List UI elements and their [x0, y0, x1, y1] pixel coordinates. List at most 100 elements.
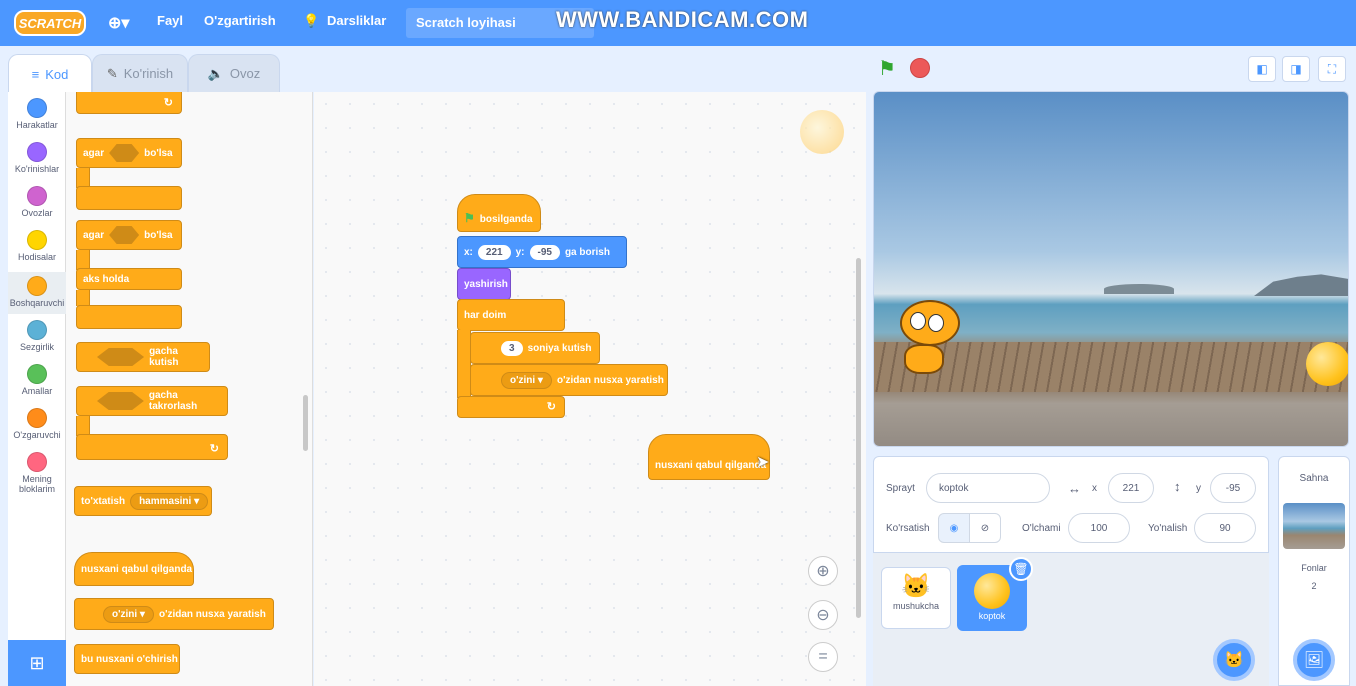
ball-sprite[interactable] — [1306, 342, 1348, 386]
block-repeat-until[interactable]: gacha takrorlash — [76, 386, 228, 416]
mouse-cursor-icon: ➤ — [756, 454, 770, 471]
stage-selector[interactable]: Sahna Fonlar 2 🖼 — [1278, 456, 1350, 686]
block-else-label: aks holda — [76, 268, 182, 290]
size-input[interactable]: 100 — [1068, 513, 1130, 543]
small-stage-button[interactable]: ◧ — [1248, 56, 1276, 82]
boolean-slot — [97, 392, 144, 410]
script-forever[interactable]: har doim — [457, 299, 565, 331]
watermark: WWW.BANDICAM.COM — [556, 7, 809, 32]
tab-costumes[interactable]: ✎ Ko'rinish — [92, 54, 188, 92]
stop-dropdown[interactable]: hammasini ▾ — [130, 492, 209, 510]
sprite-name-input[interactable]: koptok — [926, 473, 1050, 503]
green-flag-icon[interactable]: ⚑ — [878, 56, 896, 81]
hide-eye-icon[interactable]: ⊘ — [969, 513, 1001, 543]
category-sensing[interactable]: Sezgirlik — [8, 320, 66, 352]
show-eye-icon[interactable]: ◉ — [938, 513, 970, 543]
zoom-out-button[interactable]: ⊖ — [808, 600, 838, 630]
trash-icon[interactable]: 🗑 — [1009, 557, 1033, 581]
category-dot — [27, 276, 47, 296]
menu-file[interactable]: Fayl — [157, 13, 183, 28]
block-if-then-bottom — [76, 186, 182, 210]
direction-label: Yo'nalish — [1148, 523, 1188, 534]
category-variables[interactable]: O'zgaruvchi — [8, 408, 66, 440]
block-stop[interactable]: to'xtatish hammasini ▾ — [74, 486, 212, 516]
c-block-arm — [76, 168, 90, 188]
speaker-icon: 🔈 — [207, 65, 224, 81]
menu-tutorials[interactable]: Darsliklar — [327, 13, 386, 28]
block-repeat-until-bottom: ↻ — [76, 434, 228, 460]
add-backdrop-button[interactable]: 🖼 — [1293, 639, 1335, 681]
large-stage-button[interactable]: ◨ — [1282, 56, 1310, 82]
category-control[interactable]: Boshqaruvchi — [8, 272, 66, 314]
category-looks[interactable]: Ko'rinishlar — [8, 142, 66, 174]
category-operators[interactable]: Amallar — [8, 364, 66, 396]
block-when-clone-start[interactable]: nusxani qabul qilganda — [74, 552, 194, 586]
boolean-slot — [109, 226, 140, 244]
category-events[interactable]: Hodisalar — [8, 230, 66, 262]
script-hide[interactable]: yashirish — [457, 268, 511, 300]
cat-body — [904, 344, 944, 374]
stop-button[interactable] — [910, 58, 930, 78]
boolean-slot — [109, 144, 140, 162]
c-block-arm — [76, 290, 90, 306]
stage-canvas[interactable] — [873, 91, 1349, 447]
add-extension-button[interactable]: ⊞ — [8, 640, 66, 686]
block-if-else[interactable]: agar bo'lsa — [76, 220, 182, 250]
clone-dropdown[interactable]: o'zini ▾ — [501, 371, 552, 389]
block-forever-bottom[interactable]: ↻ — [76, 92, 182, 114]
island-shape — [1254, 274, 1348, 296]
sprite-thumbnail-watermark — [800, 110, 844, 154]
script-create-clone[interactable]: o'zini ▾ o'zidan nusxa yaratish — [470, 364, 668, 396]
y-label: y — [1196, 483, 1201, 494]
category-sound[interactable]: Ovozlar — [8, 186, 66, 218]
block-if-then[interactable]: agar bo'lsa — [76, 138, 182, 168]
wait-seconds-input[interactable]: 3 — [501, 340, 523, 356]
add-sprite-button[interactable]: 🐱 — [1213, 639, 1255, 681]
category-my-blocks[interactable]: Mening bloklarim — [8, 452, 66, 494]
x-input[interactable]: 221 — [1108, 473, 1154, 503]
script-forever-bottom: ↻ — [457, 396, 565, 418]
block-if-else-bottom — [76, 305, 182, 329]
globe-icon[interactable]: ⊕▾ — [108, 13, 129, 33]
block-create-clone[interactable]: o'zini ▾ o'zidan nusxa yaratish — [74, 598, 274, 630]
y-input[interactable]: -95 — [1210, 473, 1256, 503]
cat-thumbnail-icon: 🐱 — [901, 573, 931, 600]
category-dot — [27, 142, 47, 162]
zoom-in-button[interactable]: ⊕ — [808, 556, 838, 586]
menu-bar: SCRATCH ⊕▾ Fayl O'zgartirish 💡 Darslikla… — [0, 0, 1356, 46]
workspace-scrollbar[interactable] — [856, 258, 861, 618]
direction-input[interactable]: 90 — [1194, 513, 1256, 543]
category-dot — [27, 98, 47, 118]
size-label: O'lchami — [1022, 523, 1061, 534]
dragged-when-clone-start[interactable]: nusxani qabul qilganda — [648, 434, 770, 480]
script-go-to-xy[interactable]: x: 221 y: -95 ga borish — [457, 236, 627, 268]
c-block-arm — [76, 416, 90, 436]
menu-edit[interactable]: O'zgartirish — [204, 13, 276, 28]
x-input[interactable]: 221 — [477, 244, 511, 260]
script-when-flag-clicked[interactable]: ⚑ bosilganda — [457, 194, 541, 232]
tab-sounds[interactable]: 🔈 Ovoz — [188, 54, 280, 92]
sprite-list: 🐱 mushukcha koptok 🗑 🐱 — [873, 552, 1269, 686]
sprite-tile-mushukcha[interactable]: 🐱 mushukcha — [881, 567, 951, 629]
loop-arrow-icon: ↻ — [209, 443, 219, 455]
y-input[interactable]: -95 — [529, 244, 560, 260]
block-wait-until[interactable]: gacha kutish — [76, 342, 210, 372]
stage-title: Sahna — [1299, 473, 1329, 484]
tab-code[interactable]: ≡ Kod — [8, 54, 92, 94]
cat-sprite[interactable] — [882, 290, 968, 390]
palette-scrollbar[interactable] — [303, 395, 308, 451]
category-motion[interactable]: Harakatlar — [8, 98, 66, 130]
script-wait[interactable]: 3 soniya kutish — [470, 332, 600, 364]
block-delete-clone[interactable]: bu nusxani o'chirish — [74, 644, 180, 674]
category-dot — [27, 320, 47, 340]
scratch-logo[interactable]: SCRATCH — [14, 10, 86, 36]
c-block-arm — [76, 250, 90, 270]
fullscreen-button[interactable]: ⛶ — [1318, 56, 1346, 82]
block-palette: ↻ agar bo'lsa agar bo'lsa aks holda gacha … — [66, 92, 313, 686]
category-dot — [27, 408, 47, 428]
category-list: Harakatlar Ko'rinishlar Ovozlar Hodisala… — [8, 92, 66, 640]
green-flag-icon: ⚑ — [464, 211, 475, 225]
zoom-reset-button[interactable]: = — [808, 642, 838, 672]
category-dot — [27, 452, 47, 472]
clone-dropdown[interactable]: o'zini ▾ — [103, 605, 154, 623]
